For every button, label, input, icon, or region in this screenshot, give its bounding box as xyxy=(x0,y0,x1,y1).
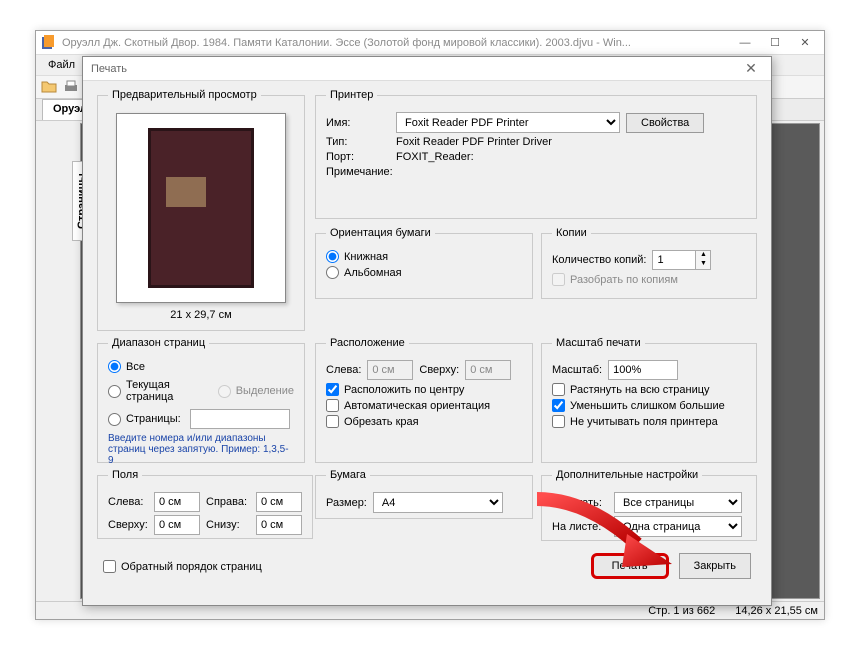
close-button[interactable]: Закрыть xyxy=(679,553,751,579)
check-auto-orient[interactable]: Автоматическая ориентация xyxy=(326,399,522,412)
layout-left-input xyxy=(367,360,413,380)
margin-left-input[interactable] xyxy=(154,492,200,512)
margin-left-label: Слева: xyxy=(108,496,148,508)
scale-group: Масштаб печати Масштаб: Растянуть на всю… xyxy=(541,337,757,463)
printer-name-label: Имя: xyxy=(326,117,390,129)
status-page: Стр. 1 из 662 xyxy=(648,605,715,617)
paper-size-label: Размер: xyxy=(326,497,367,509)
layout-legend: Расположение xyxy=(326,337,409,349)
check-ignore-margins[interactable]: Не учитывать поля принтера xyxy=(552,415,746,428)
dialog-title: Печать xyxy=(91,63,739,75)
layout-group: Расположение Слева: Сверху: Расположить … xyxy=(315,337,533,463)
close-button[interactable]: ✕ xyxy=(790,33,820,53)
menu-file[interactable]: Файл xyxy=(40,57,83,73)
radio-selection: Выделение xyxy=(218,385,294,398)
page-range-legend: Диапазон страниц xyxy=(108,337,209,349)
printer-port-label: Порт: xyxy=(326,151,390,163)
copies-legend: Копии xyxy=(552,227,591,239)
pages-hint1: Введите номера и/или диапазоны xyxy=(108,433,294,444)
extra-sheet-label: На листе: xyxy=(552,521,608,533)
printer-type-value: Foxit Reader PDF Printer Driver xyxy=(396,136,552,148)
printer-note-label: Примечание: xyxy=(326,166,393,178)
open-icon[interactable] xyxy=(40,78,58,96)
print-button[interactable]: Печать xyxy=(591,553,669,579)
printer-port-value: FOXIT_Reader: xyxy=(396,151,474,163)
printer-group: Принтер Имя: Foxit Reader PDF Printer Св… xyxy=(315,89,757,219)
radio-landscape[interactable]: Альбомная xyxy=(326,266,522,279)
paper-size-select[interactable]: A4 xyxy=(373,492,503,513)
radio-all-pages[interactable]: Все xyxy=(108,360,294,373)
extra-print-select[interactable]: Все страницы xyxy=(614,492,742,513)
margin-right-input[interactable] xyxy=(256,492,302,512)
preview-size: 21 x 29,7 см xyxy=(108,309,294,321)
print-icon[interactable] xyxy=(62,78,80,96)
margin-bottom-input[interactable] xyxy=(256,515,302,535)
layout-left-label: Слева: xyxy=(326,364,361,376)
main-titlebar: Оруэлл Дж. Скотный Двор. 1984. Памяти Ка… xyxy=(36,31,824,55)
layout-top-input xyxy=(465,360,511,380)
extra-sheet-select[interactable]: Одна страница xyxy=(614,516,742,537)
main-title: Оруэлл Дж. Скотный Двор. 1984. Памяти Ка… xyxy=(62,37,730,49)
check-shrink[interactable]: Уменьшить слишком большие xyxy=(552,399,746,412)
orientation-group: Ориентация бумаги Книжная Альбомная xyxy=(315,227,533,299)
minimize-button[interactable]: — xyxy=(730,33,760,53)
extra-print-label: Печатать: xyxy=(552,497,608,509)
app-icon xyxy=(40,35,56,51)
dialog-titlebar: Печать ✕ xyxy=(83,57,771,81)
scale-label: Масштаб: xyxy=(552,364,602,376)
pages-hint2: страниц через запятую. Пример: 1,3,5-9 xyxy=(108,444,294,466)
check-center[interactable]: Расположить по центру xyxy=(326,383,522,396)
dialog-close-icon[interactable]: ✕ xyxy=(739,60,763,77)
margin-top-input[interactable] xyxy=(154,515,200,535)
check-collate: Разобрать по копиям xyxy=(552,273,746,286)
margins-group: Поля Слева: Справа: Сверху: Снизу: xyxy=(97,469,313,539)
copies-count-input[interactable] xyxy=(652,250,696,270)
copies-group: Копии Количество копий: ▲▼ Разобрать по … xyxy=(541,227,757,299)
check-reverse-order[interactable]: Обратный порядок страниц xyxy=(103,560,262,573)
preview-page xyxy=(116,113,286,303)
preview-legend: Предварительный просмотр xyxy=(108,89,261,101)
book-cover-image xyxy=(148,128,254,288)
orientation-legend: Ориентация бумаги xyxy=(326,227,435,239)
pages-input[interactable] xyxy=(190,409,290,429)
margin-right-label: Справа: xyxy=(206,496,250,508)
preview-group: Предварительный просмотр 21 x 29,7 см xyxy=(97,89,305,331)
printer-name-select[interactable]: Foxit Reader PDF Printer xyxy=(396,112,620,133)
printer-type-label: Тип: xyxy=(326,136,390,148)
printer-legend: Принтер xyxy=(326,89,377,101)
print-dialog: Печать ✕ Предварительный просмотр 21 x 2… xyxy=(82,56,772,606)
scale-legend: Масштаб печати xyxy=(552,337,645,349)
check-stretch[interactable]: Растянуть на всю страницу xyxy=(552,383,746,396)
copies-spinner[interactable]: ▲▼ xyxy=(696,250,711,270)
maximize-button[interactable]: ☐ xyxy=(760,33,790,53)
extra-legend: Дополнительные настройки xyxy=(552,469,702,481)
scale-input[interactable] xyxy=(608,360,678,380)
margins-legend: Поля xyxy=(108,469,142,481)
extra-group: Дополнительные настройки Печатать: Все с… xyxy=(541,469,757,541)
margin-bottom-label: Снизу: xyxy=(206,519,250,531)
status-size: 14,26 x 21,55 см xyxy=(735,605,818,617)
radio-portrait[interactable]: Книжная xyxy=(326,250,522,263)
margin-top-label: Сверху: xyxy=(108,519,148,531)
layout-top-label: Сверху: xyxy=(419,364,459,376)
copies-count-label: Количество копий: xyxy=(552,254,646,266)
check-crop[interactable]: Обрезать края xyxy=(326,415,522,428)
radio-pages[interactable]: Страницы: xyxy=(108,409,294,429)
paper-group: Бумага Размер: A4 xyxy=(315,469,533,519)
printer-properties-button[interactable]: Свойства xyxy=(626,113,704,133)
page-range-group: Диапазон страниц Все Текущая страница Вы… xyxy=(97,337,305,463)
paper-legend: Бумага xyxy=(326,469,370,481)
radio-current-page[interactable]: Текущая страница xyxy=(108,379,204,403)
